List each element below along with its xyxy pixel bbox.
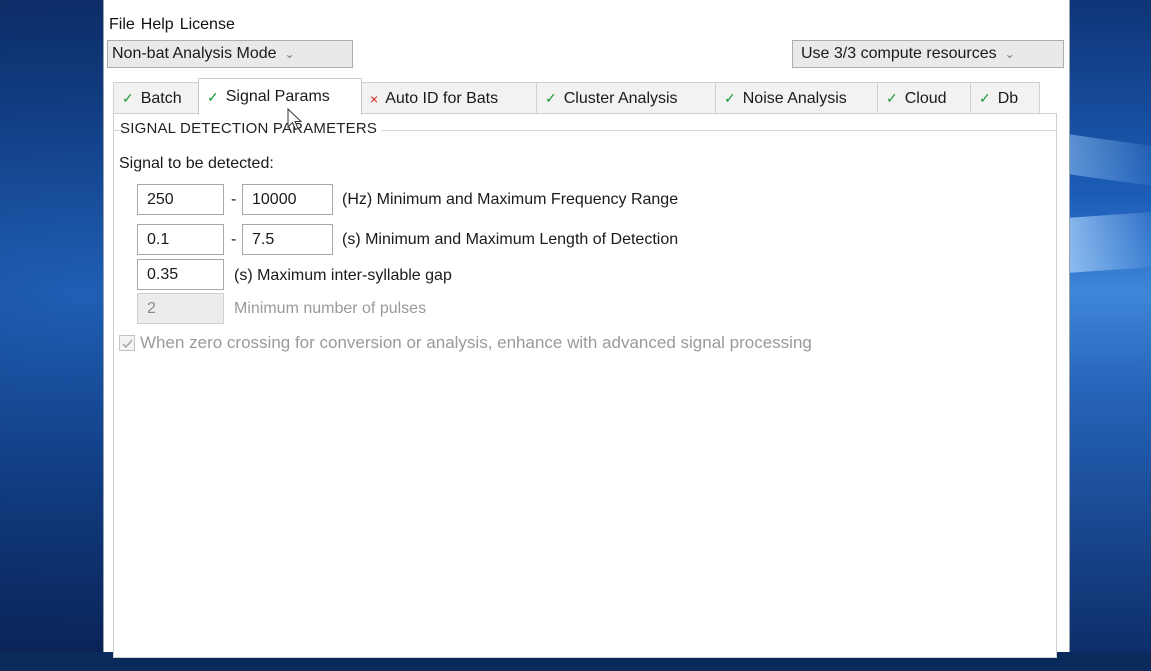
max-frequency-input[interactable]: 10000 — [242, 184, 333, 215]
frequency-range-label: (Hz) Minimum and Maximum Frequency Range — [342, 191, 679, 208]
signal-to-detect-label: Signal to be detected: — [119, 155, 274, 172]
zero-crossing-label: When zero crossing for conversion or ana… — [140, 333, 812, 352]
group-title: SIGNAL DETECTION PARAMETERS — [120, 120, 382, 137]
check-icon: ✓ — [979, 90, 991, 106]
tab-label: Cluster Analysis — [563, 89, 678, 107]
max-length-input[interactable]: 7.5 — [242, 224, 333, 255]
tab-label: Batch — [140, 89, 182, 107]
tab-label: Cloud — [904, 89, 947, 107]
compute-resources-select[interactable]: Use 3/3 compute resources ⌄ — [792, 40, 1064, 68]
analysis-mode-value: Non-bat Analysis Mode — [112, 45, 277, 62]
tab-signal-params[interactable]: ✓ Signal Params — [198, 78, 362, 115]
check-icon: ✓ — [886, 90, 898, 106]
check-icon: ✓ — [724, 90, 736, 106]
signal-params-panel: SIGNAL DETECTION PARAMETERS Signal to be… — [113, 113, 1057, 658]
inter-syllable-gap-input[interactable]: 0.35 — [137, 259, 224, 290]
compute-resources-value: Use 3/3 compute resources — [801, 45, 997, 62]
mouse-pointer-icon — [287, 108, 303, 131]
min-pulses-input: 2 — [137, 293, 224, 324]
tab-batch[interactable]: ✓ Batch — [113, 82, 199, 114]
tab-auto-id-for-bats[interactable]: × Auto ID for Bats — [361, 82, 537, 114]
zero-crossing-checkbox — [119, 335, 135, 351]
menu-license[interactable]: License — [180, 16, 235, 34]
min-pulses-label: Minimum number of pulses — [234, 300, 427, 317]
menu-file[interactable]: File — [109, 16, 135, 34]
chevron-down-icon: ⌄ — [1004, 47, 1015, 61]
menu-help[interactable]: Help — [141, 16, 174, 34]
tab-label: Signal Params — [225, 88, 330, 105]
error-x-icon: × — [370, 90, 379, 107]
range-dash: - — [231, 231, 237, 248]
tab-strip: ✓ Batch ✓ Signal Params × Auto ID for Ba… — [113, 78, 1048, 115]
min-length-input[interactable]: 0.1 — [137, 224, 224, 255]
check-icon: ✓ — [122, 90, 134, 106]
tab-cluster-analysis[interactable]: ✓ Cluster Analysis — [536, 82, 716, 114]
check-icon: ✓ — [207, 88, 219, 105]
check-icon: ✓ — [545, 90, 557, 106]
desktop-background-right — [1068, 0, 1151, 652]
tab-noise-analysis[interactable]: ✓ Noise Analysis — [715, 82, 878, 114]
min-frequency-input[interactable]: 250 — [137, 184, 224, 215]
tab-cloud[interactable]: ✓ Cloud — [877, 82, 971, 114]
zero-crossing-checkbox-row: When zero crossing for conversion or ana… — [119, 333, 812, 353]
chevron-down-icon: ⌄ — [284, 47, 295, 61]
tab-label: Auto ID for Bats — [385, 89, 499, 107]
range-dash: - — [231, 191, 237, 208]
menu-bar: File Help License — [104, 12, 241, 38]
tab-label: Db — [997, 89, 1019, 107]
inter-syllable-gap-label: (s) Maximum inter-syllable gap — [234, 267, 452, 284]
detection-length-label: (s) Minimum and Maximum Length of Detect… — [342, 231, 679, 248]
checkmark-icon — [122, 339, 133, 349]
analysis-mode-select[interactable]: Non-bat Analysis Mode ⌄ — [107, 40, 353, 68]
app-window: File Help License Non-bat Analysis Mode … — [103, 0, 1070, 658]
tab-db[interactable]: ✓ Db — [970, 82, 1040, 114]
tab-label: Noise Analysis — [742, 89, 847, 107]
